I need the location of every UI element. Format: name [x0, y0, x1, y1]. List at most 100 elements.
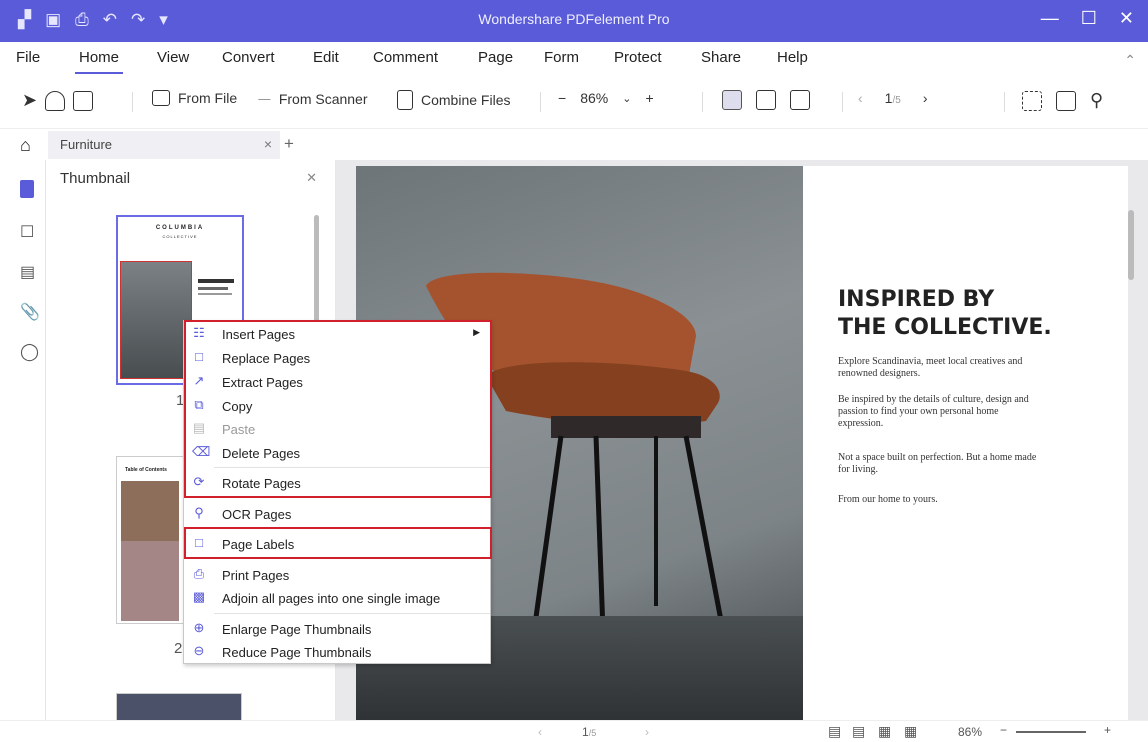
attachment-icon[interactable]: 📎 [20, 302, 40, 321]
select-arrow-icon[interactable]: ➤ [22, 90, 37, 111]
menu-enlarge-thumbnails-label: Enlarge Page Thumbnails [222, 622, 372, 637]
fit-page-icon[interactable] [756, 90, 776, 110]
menu-comment[interactable]: Comment [373, 49, 438, 66]
status-zoom-in-icon[interactable]: + [1104, 723, 1111, 737]
edit-tool-icon[interactable] [73, 90, 94, 111]
zoom-out-button[interactable]: − [558, 90, 566, 106]
close-window-icon[interactable]: ✕ [1119, 8, 1134, 29]
highlight-box-page-labels [184, 527, 492, 559]
window-controls: — ☐ ✕ [1041, 8, 1134, 29]
document-paragraph-4: From our home to yours. [838, 494, 938, 505]
collapse-ribbon-icon[interactable]: ⌃ [1124, 52, 1136, 69]
menu-edit[interactable]: Edit [313, 49, 339, 66]
screenshot-icon[interactable] [1022, 90, 1042, 111]
full-screen-icon[interactable] [1056, 90, 1076, 111]
thumbnail-page-number-2: 2 [174, 640, 183, 657]
two-page-view-icon[interactable]: ▦ [878, 723, 891, 740]
thumbnail-toc-title: Table of Contents [125, 467, 167, 473]
minimize-icon[interactable]: — [1041, 8, 1059, 29]
previous-page-icon[interactable]: ‹ [858, 90, 863, 106]
document-tab-bar: ⌂ Furniture × + [0, 128, 1148, 160]
menu-ocr-pages-label: OCR Pages [222, 507, 292, 522]
toolbar: ➤ From File ⏤ From Scanner Combine Files… [0, 78, 1148, 124]
fit-width-icon[interactable] [722, 90, 742, 110]
grid-view-icon[interactable]: ▦ [904, 723, 917, 740]
menu-help[interactable]: Help [777, 49, 808, 66]
status-page-indicator[interactable]: 1/5 [582, 725, 596, 739]
thumbnail-photo [120, 261, 192, 379]
close-tab-icon[interactable]: × [264, 136, 272, 152]
close-panel-icon[interactable]: ✕ [306, 170, 317, 186]
menu-bar: File Home View Convert Edit Comment Page… [0, 42, 1148, 76]
document-paragraph-1: Explore Scandinavia, meet local creative… [838, 356, 1023, 379]
comment-icon[interactable]: ▤ [20, 262, 38, 281]
scanner-icon: ⏤ [258, 90, 271, 107]
page-thumbnail-3[interactable] [116, 693, 242, 723]
document-heading-line-1: INSPIRED BY [838, 287, 995, 312]
zoom-out-icon: ⊖ [193, 643, 205, 658]
from-scanner-button[interactable]: ⏤ From Scanner [258, 90, 368, 108]
adjoin-icon: ▩ [192, 589, 206, 604]
new-tab-icon[interactable]: + [284, 134, 294, 154]
maximize-icon[interactable]: ☐ [1081, 8, 1097, 29]
page-number-input[interactable]: 1/5 [885, 90, 901, 106]
from-file-icon [152, 90, 170, 106]
zoom-select[interactable]: 86% [580, 90, 608, 106]
status-zoom-value: 86% [958, 725, 983, 739]
menu-protect[interactable]: Protect [614, 49, 662, 66]
bookmark-icon[interactable]: ☐ [20, 222, 38, 241]
menu-page[interactable]: Page [478, 49, 513, 66]
from-file-label: From File [178, 90, 238, 106]
menu-convert[interactable]: Convert [222, 49, 275, 66]
menu-reduce-thumbnails[interactable]: ⊖ Reduce Page Thumbnails [184, 641, 490, 663]
menu-print-pages[interactable]: ⎙ Print Pages [184, 564, 490, 586]
zoom-dropdown-icon[interactable]: ⌄ [622, 92, 631, 105]
document-tab-label: Furniture [60, 137, 113, 152]
combine-files-button[interactable]: Combine Files [397, 90, 510, 110]
title-bar: ▞ ▣ ⎙ ↶ ↷ ▾ Wondershare PDFelement Pro —… [0, 0, 1148, 42]
continuous-view-icon[interactable]: ▤ [852, 723, 865, 740]
document-heading-line-2: THE COLLECTIVE. [838, 315, 1052, 340]
zoom-slider[interactable] [1016, 731, 1086, 733]
combine-files-label: Combine Files [421, 92, 511, 108]
combine-files-icon [397, 90, 413, 110]
from-file-button[interactable]: From File [152, 90, 237, 106]
menu-view[interactable]: View [157, 49, 189, 66]
menu-adjoin-pages[interactable]: ▩ Adjoin all pages into one single image [184, 587, 490, 609]
status-page-current: 1 [582, 725, 589, 739]
single-page-view-icon[interactable]: ▤ [828, 723, 841, 740]
document-paragraph-3: Not a space built on perfection. But a h… [838, 452, 1037, 475]
actual-size-icon[interactable] [790, 90, 810, 110]
zoom-in-button[interactable]: + [645, 90, 653, 106]
print-pages-icon: ⎙ [193, 566, 205, 581]
zoom-controls: − 86% ⌄ + [558, 90, 654, 106]
status-zoom-out-icon[interactable]: − [1000, 723, 1007, 737]
status-bar: ‹ 1/5 › ▤ ▤ ▦ ▦ 86% − + [0, 720, 1148, 742]
app-window: ▞ ▣ ⎙ ↶ ↷ ▾ Wondershare PDFelement Pro —… [0, 0, 1148, 742]
highlight-box-page-operations [184, 320, 492, 498]
thumbnail-brand: COLUMBIA [155, 225, 205, 231]
menu-share[interactable]: Share [701, 49, 741, 66]
hand-tool-icon[interactable] [45, 90, 66, 111]
menu-file[interactable]: File [16, 49, 40, 66]
document-tab[interactable]: Furniture × [48, 131, 280, 159]
search-icon[interactable]: ⚲ [1090, 90, 1103, 111]
thumbnail-brand-sub: COLLECTIVE [162, 234, 198, 239]
ocr-icon: ⚲ [194, 505, 204, 520]
next-page-icon[interactable]: › [923, 90, 928, 106]
document-scrollbar[interactable] [1128, 210, 1134, 280]
status-next-page-icon[interactable]: › [645, 725, 649, 739]
status-prev-page-icon[interactable]: ‹ [538, 725, 542, 739]
menu-enlarge-thumbnails[interactable]: ⊕ Enlarge Page Thumbnails [184, 618, 490, 640]
menu-ocr-pages[interactable]: ⚲ OCR Pages [184, 503, 490, 525]
menu-home[interactable]: Home [74, 49, 124, 74]
view-mode-buttons [722, 90, 810, 110]
menu-form[interactable]: Form [544, 49, 579, 66]
page-navigation: ‹ 1/5 › [858, 90, 927, 106]
home-icon[interactable]: ⌂ [20, 135, 31, 156]
selection-tools: ➤ [22, 90, 94, 111]
thumbnail-panel-icon[interactable] [20, 180, 34, 198]
search-panel-icon[interactable]: ◯ [20, 342, 39, 361]
from-scanner-label: From Scanner [278, 91, 368, 107]
menu-reduce-thumbnails-label: Reduce Page Thumbnails [222, 645, 372, 660]
